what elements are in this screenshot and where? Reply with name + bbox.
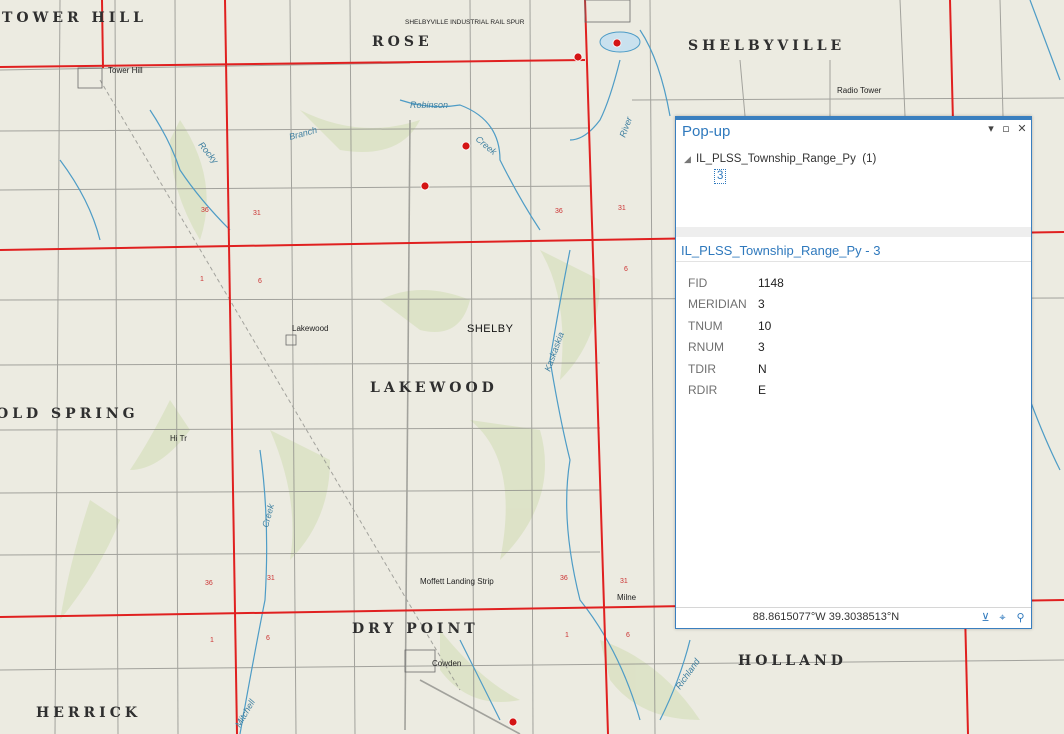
attribute-row: MERIDIAN 3 xyxy=(688,294,784,316)
attribute-row: RDIR E xyxy=(688,380,784,402)
attribute-value: 10 xyxy=(758,318,772,333)
record-title: IL_PLSS_Township_Range_Py - 3 xyxy=(681,243,881,258)
attribute-key: RDIR xyxy=(688,383,718,398)
attribute-value: 3 xyxy=(758,340,765,355)
expand-arrow-icon[interactable]: ◢ xyxy=(684,154,696,165)
attribute-value: 3 xyxy=(758,297,765,312)
attribute-key: RNUM xyxy=(688,340,724,355)
locate-icon[interactable]: ⌖ xyxy=(996,611,1009,624)
section-number: 31 xyxy=(618,205,626,212)
map-marker xyxy=(420,181,430,191)
section-number: 36 xyxy=(555,208,563,215)
section-number: 6 xyxy=(624,266,628,273)
menu-dropdown-icon[interactable]: ▾ xyxy=(985,122,997,136)
attribute-value: 1148 xyxy=(758,275,784,290)
attribute-table: FID 1148 MERIDIAN 3 TNUM 10 RNUM 3 TDIR N RDI… xyxy=(688,272,784,401)
section-number: 36 xyxy=(560,575,568,582)
place-label: SHELBYVILLE INDUSTRIAL RAIL SPUR xyxy=(405,19,525,26)
township-label: TOWER HILL xyxy=(2,10,147,26)
place-label: Lakewood xyxy=(292,324,328,333)
place-label: Radio Tower xyxy=(837,86,882,95)
section-number: 6 xyxy=(266,635,270,642)
township-label: SHELBYVILLE xyxy=(688,38,845,54)
township-label: ROSE xyxy=(372,34,433,50)
township-label: LAKEWOOD xyxy=(370,380,498,396)
selected-feature-label: SHELBY xyxy=(467,323,514,335)
water-label: River xyxy=(617,115,634,139)
section-number: 31 xyxy=(267,575,275,582)
section-number: 1 xyxy=(200,276,204,283)
attribute-value: E xyxy=(758,383,767,398)
popup-accent-bar xyxy=(676,117,1031,120)
attribute-key: MERIDIAN xyxy=(688,297,747,312)
map-marker xyxy=(573,52,583,62)
record-title-underline xyxy=(676,261,1031,262)
attribute-row: FID 1148 xyxy=(688,272,784,294)
zoom-icon[interactable]: ⚲ xyxy=(1014,611,1027,624)
attribute-key: TNUM xyxy=(688,318,723,333)
attribute-key: FID xyxy=(688,275,708,290)
attribute-row: TNUM 10 xyxy=(688,315,784,337)
popup-window[interactable]: Pop-up ▾ ▫ ✕ ◢ IL_PLSS_Township_Range_Py … xyxy=(675,116,1032,629)
attribute-value: N xyxy=(758,361,767,376)
popup-title: Pop-up xyxy=(682,123,731,140)
water-label: Creek xyxy=(260,502,276,528)
layer-name: IL_PLSS_Township_Range_Py xyxy=(696,153,856,165)
township-label: HOLLAND xyxy=(738,653,847,669)
section-number: 1 xyxy=(210,637,214,644)
place-label: Moffett Landing Strip xyxy=(420,577,494,586)
water-label: Branch xyxy=(288,125,318,142)
water-label: Creek xyxy=(474,134,499,157)
map-marker xyxy=(612,38,622,48)
section-number: 1 xyxy=(565,632,569,639)
coordinate-readout: 88.8615077°W 39.3038513°N xyxy=(752,611,900,623)
feature-id-link[interactable]: 3 xyxy=(714,169,727,184)
section-number: 6 xyxy=(626,632,630,639)
attribute-key: TDIR xyxy=(688,361,716,376)
place-label: Tower Hill xyxy=(108,66,143,75)
water-label: Robinson xyxy=(410,100,448,110)
map-marker xyxy=(508,717,518,727)
section-number: 31 xyxy=(253,210,261,217)
section-number: 31 xyxy=(620,578,628,585)
township-label: OLD SPRING xyxy=(0,406,139,422)
close-icon[interactable]: ✕ xyxy=(1016,122,1028,136)
place-label: Cowden xyxy=(432,659,461,668)
township-label: HERRICK xyxy=(36,705,141,721)
water-label: Richland xyxy=(673,656,702,691)
layer-count: (1) xyxy=(862,153,877,165)
map-marker xyxy=(461,141,471,151)
attribute-row: RNUM 3 xyxy=(688,337,784,359)
layer-tree-item[interactable]: ◢ IL_PLSS_Township_Range_Py (1) xyxy=(684,153,876,165)
section-number: 6 xyxy=(258,278,262,285)
township-label: DRY POINT xyxy=(352,621,479,637)
section-number: 36 xyxy=(201,207,209,214)
section-number: 36 xyxy=(205,580,213,587)
popup-footer: 88.8615077°W 39.3038513°N ⊻ ⌖ ⚲ xyxy=(676,607,1031,628)
place-label: Milne xyxy=(617,593,637,602)
filter-icon[interactable]: ⊻ xyxy=(979,611,992,624)
section-divider xyxy=(676,227,1031,237)
attribute-row: TDIR N xyxy=(688,358,784,380)
place-label: Hi Tr xyxy=(170,434,187,443)
maximize-icon[interactable]: ▫ xyxy=(1000,122,1012,136)
